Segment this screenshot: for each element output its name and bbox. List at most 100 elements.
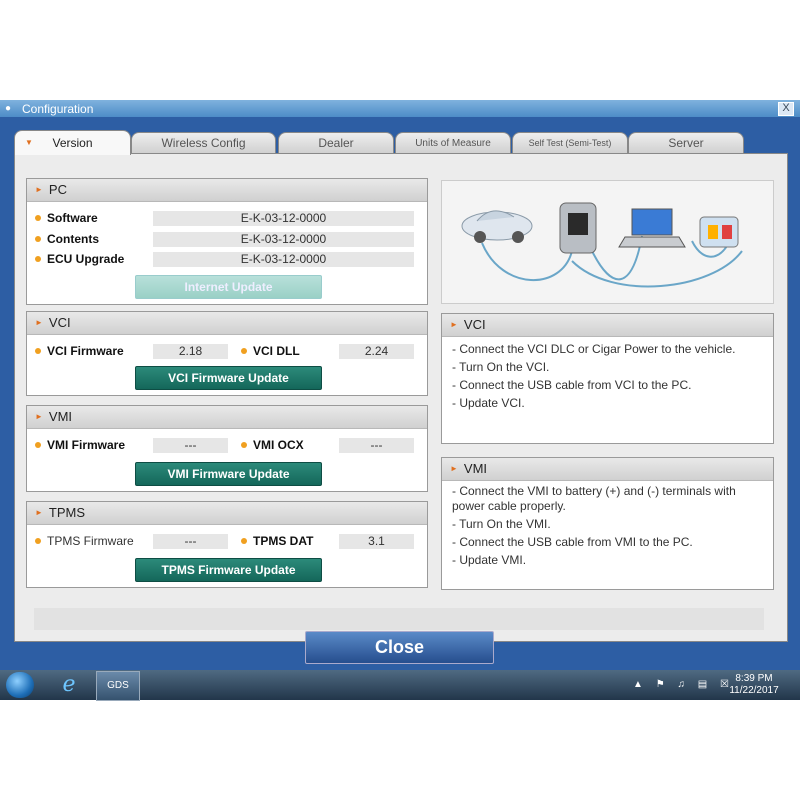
vmi-header-label: VMI xyxy=(48,409,73,424)
tpms-dat-value: 3.1 xyxy=(339,534,414,549)
ecu-upgrade-value: E-K-03-12-0000 xyxy=(153,252,414,267)
info-line: - Connect the VMI to battery (+) and (-)… xyxy=(452,484,736,513)
info-line: - Update VMI. xyxy=(452,553,527,567)
tpms-header: ► TPMS xyxy=(27,502,427,525)
tab-label: Version xyxy=(52,136,93,150)
tab-units-of-measure[interactable]: Units of Measure xyxy=(395,132,511,154)
close-button[interactable]: Close xyxy=(305,631,494,664)
tray-up-arrow-icon[interactable]: ▲ xyxy=(633,679,648,690)
contents-label: Contents xyxy=(35,232,99,246)
pc-panel: ► PC Software E-K-03-12-0000 Contents E-K… xyxy=(26,178,428,305)
vmi-info-text: - Connect the VMI to battery (+) and (-)… xyxy=(452,484,752,568)
network-icon[interactable]: ▤ xyxy=(698,679,712,690)
bullet-icon xyxy=(35,348,41,354)
vci-firmware-update-button[interactable]: VCI Firmware Update xyxy=(135,366,322,390)
vci-info-header-label: VCI xyxy=(463,317,486,332)
configuration-window: ▼ Version Wireless Config Dealer Units o… xyxy=(0,117,800,670)
vci-dll-label: VCI DLL xyxy=(241,344,300,358)
tab-label: Self Test (Semi-Test) xyxy=(528,138,612,148)
window-close-icon[interactable]: X xyxy=(778,102,794,116)
clock-date: 11/22/2017 xyxy=(729,685,779,696)
car-icon xyxy=(461,210,533,243)
tab-version[interactable]: ▼ Version xyxy=(14,130,131,155)
tab-label: Wireless Config xyxy=(161,136,246,150)
tab-server[interactable]: Server xyxy=(628,132,744,154)
vci-device-icon xyxy=(559,202,597,254)
app-icon: ● xyxy=(5,103,12,114)
vmi-info-header-label: VMI xyxy=(463,461,488,476)
vci-firmware-value: 2.18 xyxy=(153,344,228,359)
vci-dll-value: 2.24 xyxy=(339,344,414,359)
info-line: - Connect the USB cable from VMI to the … xyxy=(452,535,693,549)
info-line: - Update VCI. xyxy=(452,396,525,410)
tray-flag-icon[interactable]: ⚑ xyxy=(656,679,670,690)
vmi-firmware-update-button[interactable]: VMI Firmware Update xyxy=(135,462,322,486)
clock-time: 8:39 PM xyxy=(735,673,773,684)
vmi-ocx-value: --- xyxy=(339,438,414,453)
vmi-firmware-value: --- xyxy=(153,438,228,453)
laptop-icon xyxy=(618,208,686,248)
bullet-icon xyxy=(241,348,247,354)
volume-icon[interactable]: ♫ xyxy=(677,679,690,690)
vmi-header: ► VMI xyxy=(27,406,427,429)
orange-arrow-icon: ▼ xyxy=(25,138,33,147)
orange-arrow-icon: ► xyxy=(35,318,43,327)
tab-label: Units of Measure xyxy=(415,138,491,149)
vci-info-text: - Connect the VCI DLC or Cigar Power to … xyxy=(452,340,768,412)
tab-label: Server xyxy=(668,136,704,150)
software-value: E-K-03-12-0000 xyxy=(153,211,414,226)
tpms-panel: ► TPMS TPMS Firmware --- TPMS DAT 3.1 TPM… xyxy=(26,501,428,588)
info-line: - Connect the VCI DLC or Cigar Power to … xyxy=(452,342,736,356)
vci-info-panel: ► VCI - Connect the VCI DLC or Cigar Powe… xyxy=(441,313,774,444)
pc-header-label: PC xyxy=(48,182,67,197)
software-label: Software xyxy=(35,211,98,225)
tab-content: ► PC Software E-K-03-12-0000 Contents E-K… xyxy=(14,153,788,642)
window-titlebar: ● Configuration X xyxy=(0,100,800,117)
tpms-dat-label: TPMS DAT xyxy=(241,534,313,548)
bullet-icon xyxy=(35,256,41,262)
vci-header-label: VCI xyxy=(48,315,71,330)
vci-firmware-label: VCI Firmware xyxy=(35,344,124,358)
tpms-firmware-value: --- xyxy=(153,534,228,549)
orange-arrow-icon: ► xyxy=(450,464,458,473)
tab-dealer[interactable]: Dealer xyxy=(278,132,394,154)
tab-wireless-config[interactable]: Wireless Config xyxy=(131,132,276,154)
tab-label: Dealer xyxy=(318,136,354,150)
taskbar: e GDS ▲ ⚑ ♫ ▤ ☒ 8:39 PM 11/22/2017 xyxy=(0,670,800,701)
orange-arrow-icon: ► xyxy=(35,508,43,517)
info-line: - Turn On the VCI. xyxy=(452,360,550,374)
info-line: - Connect the USB cable from VCI to the … xyxy=(452,378,692,392)
info-line: - Turn On the VMI. xyxy=(452,517,551,531)
gds-taskbar-button[interactable]: GDS xyxy=(96,671,140,701)
bullet-icon xyxy=(35,442,41,448)
vmi-firmware-label: VMI Firmware xyxy=(35,438,125,452)
pc-header: ► PC xyxy=(27,179,427,202)
tpms-firmware-update-button[interactable]: TPMS Firmware Update xyxy=(135,558,322,582)
vci-panel: ► VCI VCI Firmware 2.18 VCI DLL 2.24 VCI … xyxy=(26,311,428,396)
internet-explorer-icon[interactable]: e xyxy=(56,674,82,696)
bullet-icon xyxy=(35,215,41,221)
vci-header: ► VCI xyxy=(27,312,427,335)
bullet-icon xyxy=(35,236,41,242)
connection-illustration xyxy=(441,180,774,304)
taskbar-clock[interactable]: 8:39 PM 11/22/2017 xyxy=(724,673,784,697)
status-bar xyxy=(34,608,764,630)
contents-value: E-K-03-12-0000 xyxy=(153,232,414,247)
windows-start-icon[interactable] xyxy=(6,672,34,698)
tpms-header-label: TPMS xyxy=(48,505,86,520)
desktop-screen: ● Configuration X ▼ Version Wireless Con… xyxy=(0,100,800,701)
vmi-device-icon xyxy=(699,216,739,248)
tab-self-test[interactable]: Self Test (Semi-Test) xyxy=(512,132,628,154)
system-tray[interactable]: ▲ ⚑ ♫ ▤ ☒ xyxy=(633,679,734,690)
vmi-info-panel: ► VMI - Connect the VMI to battery (+) an… xyxy=(441,457,774,590)
bullet-icon xyxy=(35,538,41,544)
orange-arrow-icon: ► xyxy=(35,185,43,194)
tab-bar: ▼ Version Wireless Config Dealer Units o… xyxy=(14,130,786,155)
orange-arrow-icon: ► xyxy=(450,320,458,329)
ecu-upgrade-label: ECU Upgrade xyxy=(35,252,124,266)
internet-update-button[interactable]: Internet Update xyxy=(135,275,322,299)
vmi-info-header: ► VMI xyxy=(442,458,773,481)
vmi-panel: ► VMI VMI Firmware --- VMI OCX --- VMI Fi… xyxy=(26,405,428,492)
bullet-icon xyxy=(241,442,247,448)
bullet-icon xyxy=(241,538,247,544)
